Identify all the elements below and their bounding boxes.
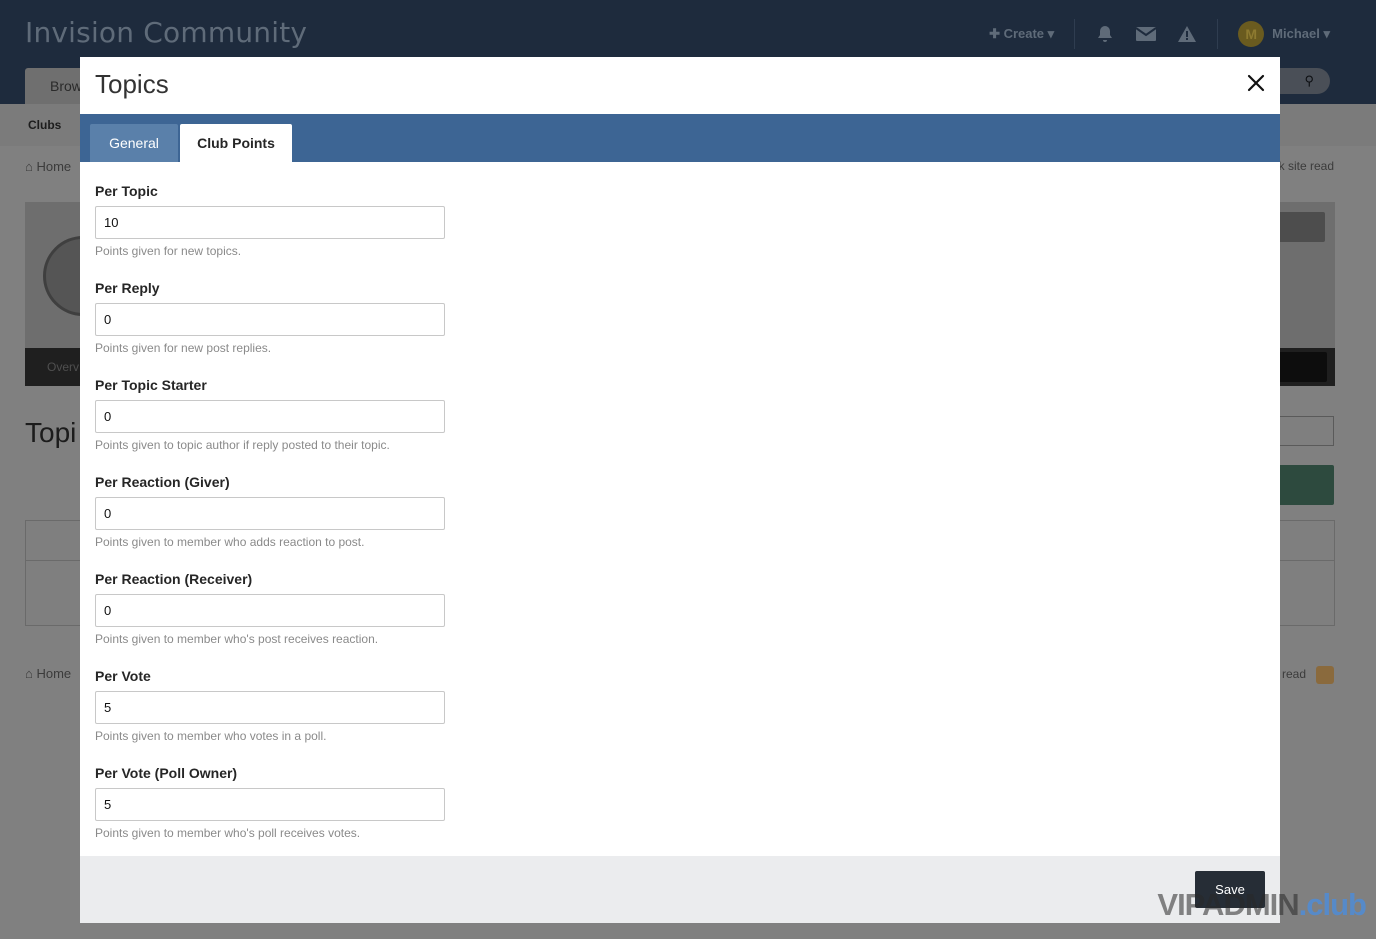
pager[interactable] xyxy=(1278,416,1334,446)
field-description: Points given to member who adds reaction… xyxy=(95,535,365,549)
tab-club-points[interactable]: Club Points xyxy=(180,124,292,162)
field-description: Points given for new post replies. xyxy=(95,341,272,355)
breadcrumb-home[interactable]: Home xyxy=(36,666,71,681)
start-topic-button[interactable] xyxy=(1278,465,1334,505)
topics-modal: Topics General Club Points Per Topic Poi… xyxy=(80,57,1280,923)
per-topic-input[interactable] xyxy=(95,206,445,239)
tab-bar: General Club Points xyxy=(80,114,1280,162)
watermark-main: VIPADMIN xyxy=(1157,887,1299,922)
field-per-reaction-giver: Per Reaction (Giver) Points given to mem… xyxy=(95,473,495,549)
divider xyxy=(1074,19,1076,49)
mail-icon[interactable] xyxy=(1135,25,1157,43)
watermark-logo: VIPADMIN.club xyxy=(1157,887,1367,923)
username: Michael ▾ xyxy=(1272,26,1330,41)
field-description: Points given to member who's poll receiv… xyxy=(95,826,361,840)
page-title: Topi xyxy=(25,417,77,448)
field-description: Points given to topic author if reply po… xyxy=(95,438,390,452)
mark-read-link[interactable]: read xyxy=(1282,667,1306,681)
modal-footer: Save xyxy=(80,856,1280,923)
per-vote-poll-owner-input[interactable] xyxy=(95,788,445,821)
watermark-club: .club xyxy=(1298,887,1367,922)
field-label: Per Topic xyxy=(95,183,158,199)
rss-icon[interactable] xyxy=(1316,666,1334,684)
club-tab-overview[interactable]: Overv xyxy=(47,360,79,374)
create-menu[interactable]: ✚ Create ▾ xyxy=(989,26,1054,42)
field-label: Per Reaction (Giver) xyxy=(95,474,230,490)
per-reply-input[interactable] xyxy=(95,303,445,336)
field-label: Per Reply xyxy=(95,280,160,296)
per-vote-input[interactable] xyxy=(95,691,445,724)
modal-header: Topics xyxy=(80,57,1280,114)
user-nav: ✚ Create ▾ M Michael ▾ xyxy=(989,19,1330,49)
avatar: M xyxy=(1238,21,1265,47)
field-label: Per Topic Starter xyxy=(95,377,207,393)
breadcrumb-home[interactable]: Home xyxy=(36,159,71,174)
per-topic-starter-input[interactable] xyxy=(95,400,445,433)
search-icon: ⚲ xyxy=(1304,73,1314,88)
divider xyxy=(1217,19,1219,49)
field-per-topic-starter: Per Topic Starter Points given to topic … xyxy=(95,376,495,452)
field-description: Points given for new topics. xyxy=(95,244,242,258)
nav-tab-label: Brow xyxy=(50,78,82,94)
field-description: Points given to member who votes in a po… xyxy=(95,729,327,743)
tab-general[interactable]: General xyxy=(90,124,178,162)
close-icon xyxy=(1247,74,1265,92)
field-per-reply: Per Reply Points given for new post repl… xyxy=(95,279,495,355)
field-per-reaction-receiver: Per Reaction (Receiver) Points given to … xyxy=(95,570,495,646)
field-label: Per Vote xyxy=(95,668,151,684)
site-title: Invision Community xyxy=(25,16,308,49)
user-menu[interactable]: M Michael ▾ xyxy=(1238,21,1330,47)
per-reaction-giver-input[interactable] xyxy=(95,497,445,530)
breadcrumb[interactable]: ⌂ Home xyxy=(25,159,71,174)
field-label: Per Vote (Poll Owner) xyxy=(95,765,238,781)
mark-read-link[interactable]: k site read xyxy=(1279,159,1334,173)
field-per-topic: Per Topic Points given for new topics. xyxy=(95,182,495,258)
field-description: Points given to member who's post receiv… xyxy=(95,632,379,646)
field-label: Per Reaction (Receiver) xyxy=(95,571,253,587)
modal-title: Topics xyxy=(95,69,169,99)
field-per-vote: Per Vote Points given to member who vote… xyxy=(95,667,495,743)
close-button[interactable] xyxy=(1244,71,1268,95)
per-reaction-receiver-input[interactable] xyxy=(95,594,445,627)
bell-icon[interactable] xyxy=(1095,24,1115,44)
warning-icon[interactable] xyxy=(1177,25,1197,43)
subnav-clubs[interactable]: Clubs xyxy=(28,118,61,132)
field-per-vote-poll-owner: Per Vote (Poll Owner) Points given to me… xyxy=(95,764,495,840)
breadcrumb-bottom[interactable]: ⌂ Home xyxy=(25,666,71,681)
